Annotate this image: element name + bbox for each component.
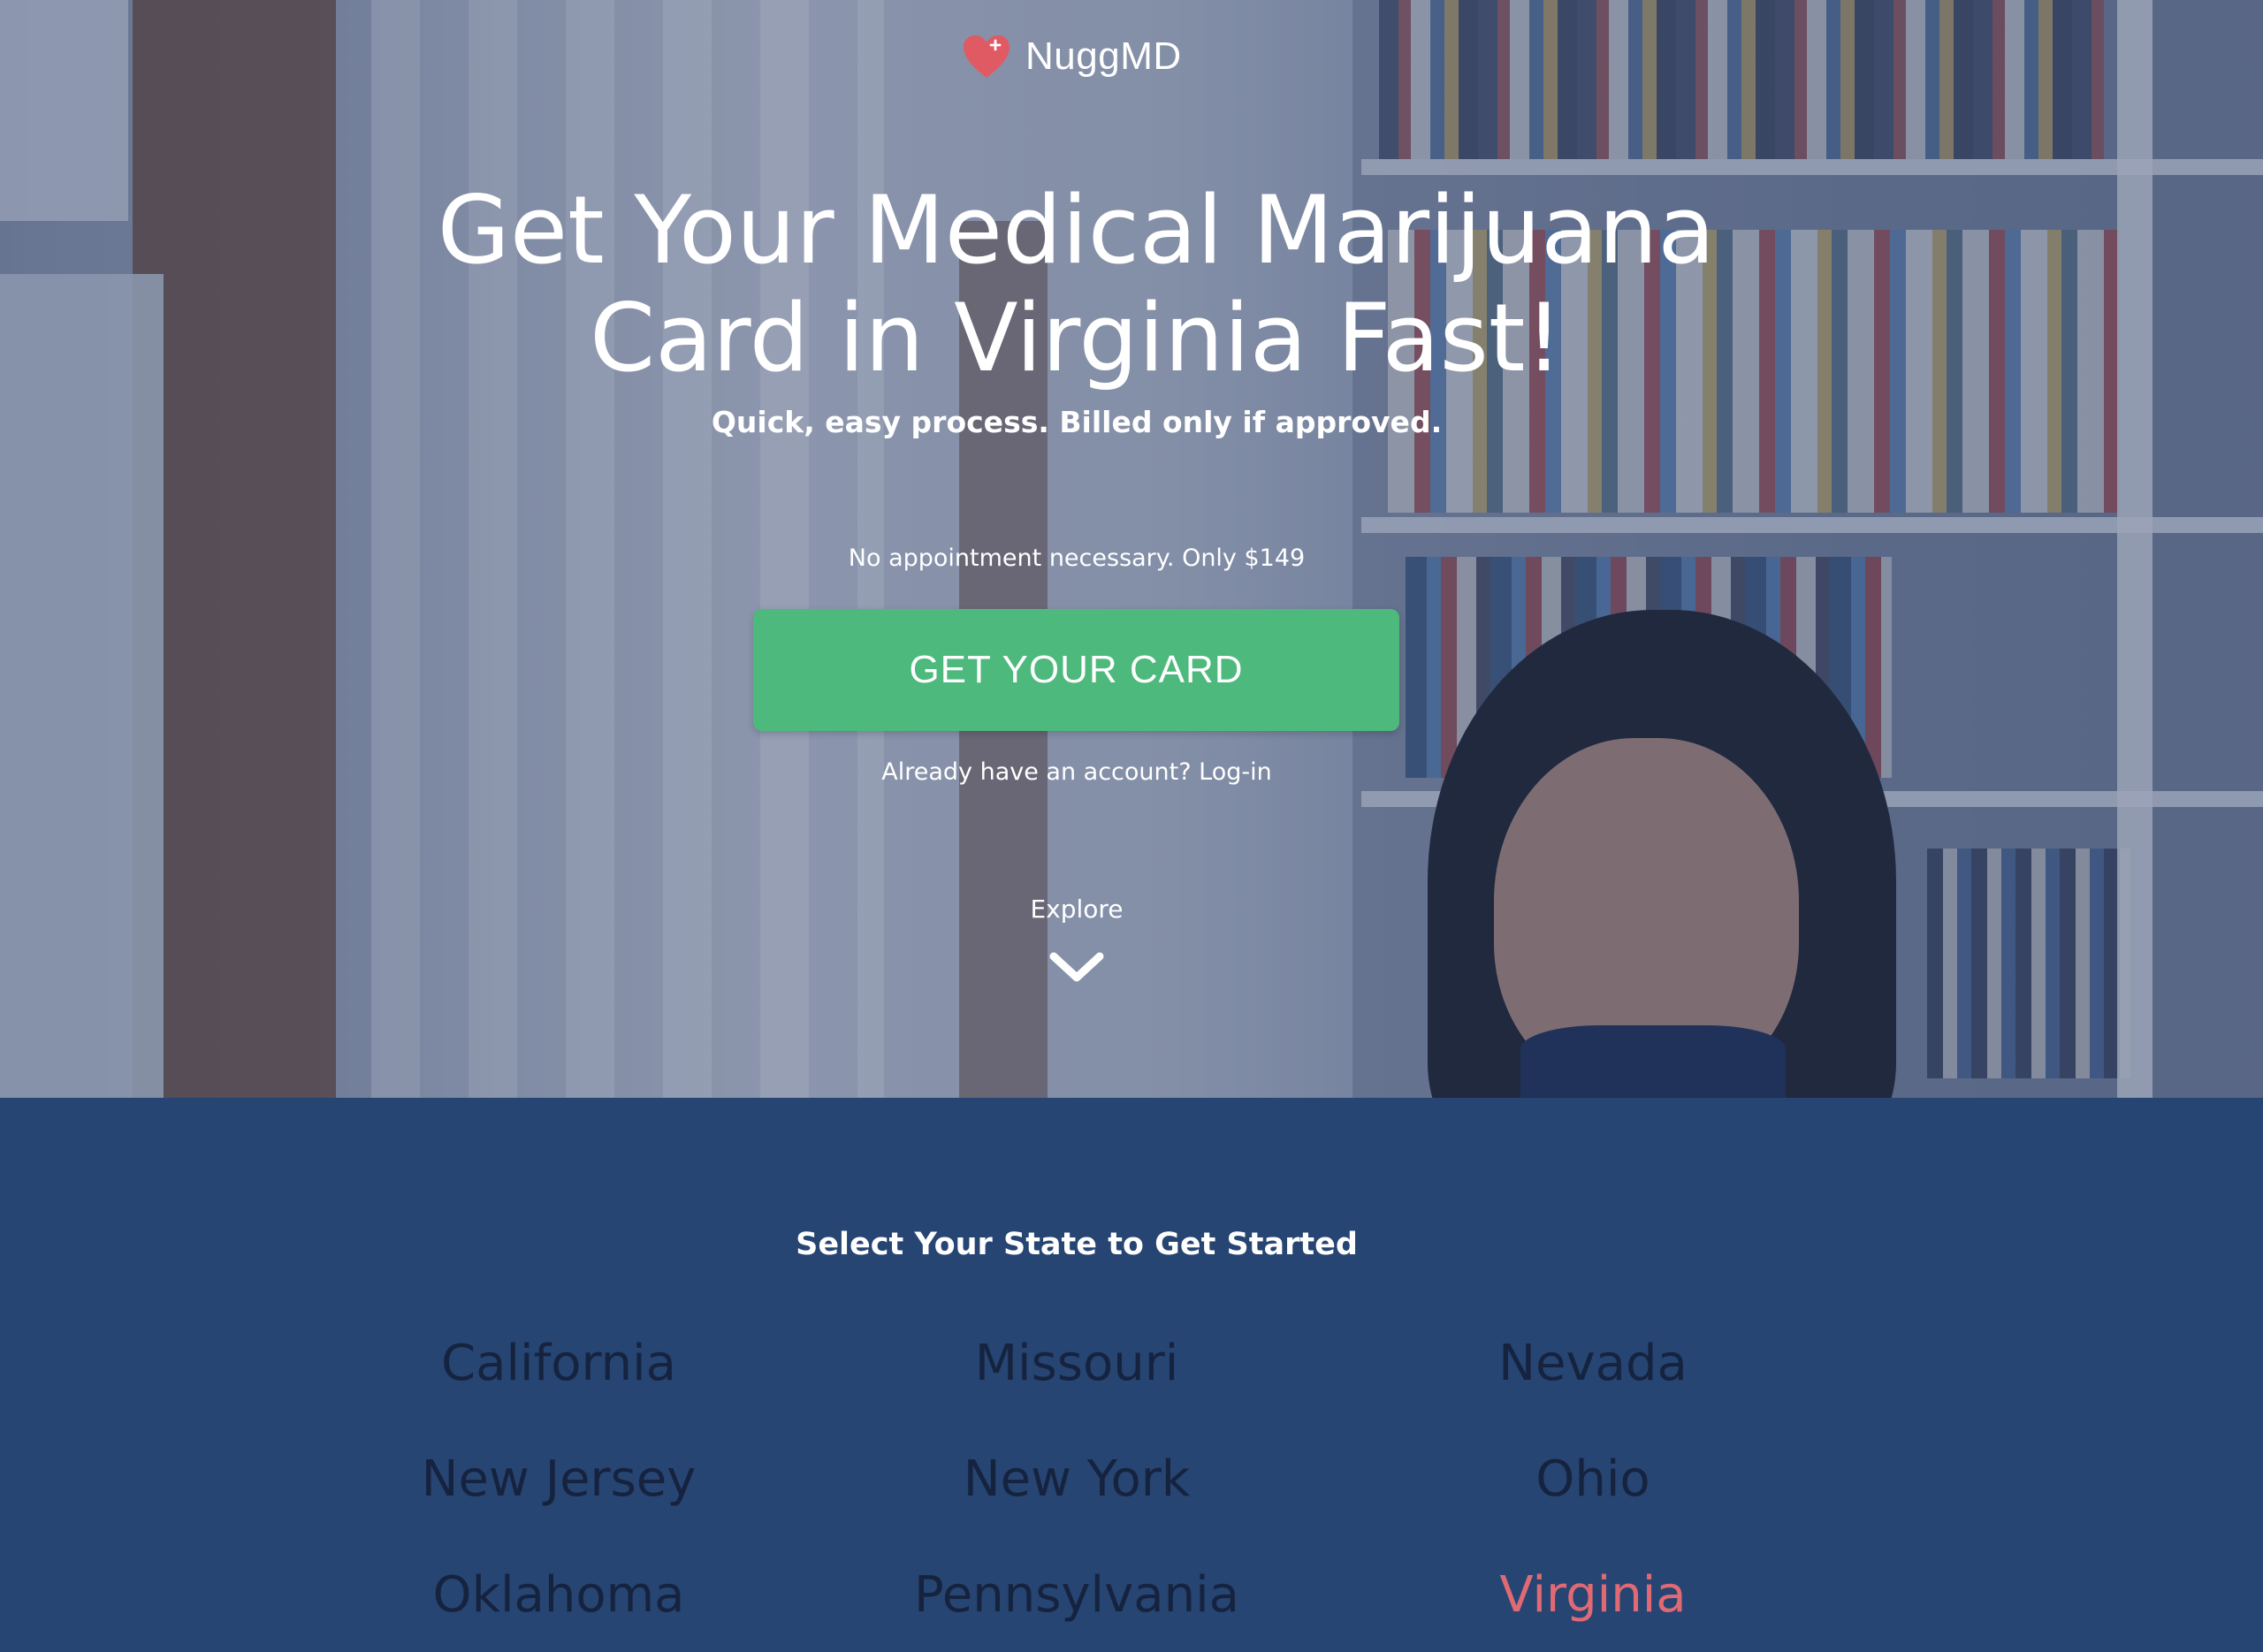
state-link-nevada[interactable]: Nevada <box>1328 1335 1858 1392</box>
state-link-missouri[interactable]: Missouri <box>811 1335 1342 1392</box>
headline-line-1: Get Your Medical Marijuana <box>437 176 1716 285</box>
state-link-new-jersey[interactable]: New Jersey <box>293 1450 824 1508</box>
heart-plus-icon <box>964 35 1010 78</box>
get-your-card-button[interactable]: GET YOUR CARD <box>753 609 1399 731</box>
state-link-virginia[interactable]: Virginia <box>1328 1566 1858 1624</box>
state-link-pennsylvania[interactable]: Pennsylvania <box>811 1566 1342 1624</box>
brand-logo[interactable]: NuggMD <box>962 34 1182 80</box>
page-subheadline: Quick, easy process. Billed only if appr… <box>711 405 1443 439</box>
login-prompt: Already have an account? Log-in <box>0 758 2153 786</box>
state-selector: Select Your State to Get Started Califor… <box>0 1098 2263 1652</box>
brand-name: NuggMD <box>1025 34 1182 78</box>
login-link[interactable]: Already have an account? Log-in <box>881 758 1271 786</box>
explore-label[interactable]: Explore <box>0 895 2153 924</box>
state-selector-title: Select Your State to Get Started <box>796 1227 1358 1262</box>
state-link-new-york[interactable]: New York <box>811 1450 1342 1508</box>
state-link-oklahoma[interactable]: Oklahoma <box>293 1566 824 1624</box>
state-link-ohio[interactable]: Ohio <box>1328 1450 1858 1508</box>
price-notice: No appointment necessary. Only $149 <box>848 544 1306 572</box>
headline-line-2: Card in Virginia Fast! <box>590 284 1563 392</box>
chevron-down-icon[interactable] <box>1048 949 1105 985</box>
hero-section: NuggMD Get Your Medical Marijuana Card i… <box>0 0 2263 1098</box>
page-headline: Get Your Medical Marijuana Card in Virgi… <box>336 177 1817 392</box>
state-link-california[interactable]: California <box>293 1335 824 1392</box>
